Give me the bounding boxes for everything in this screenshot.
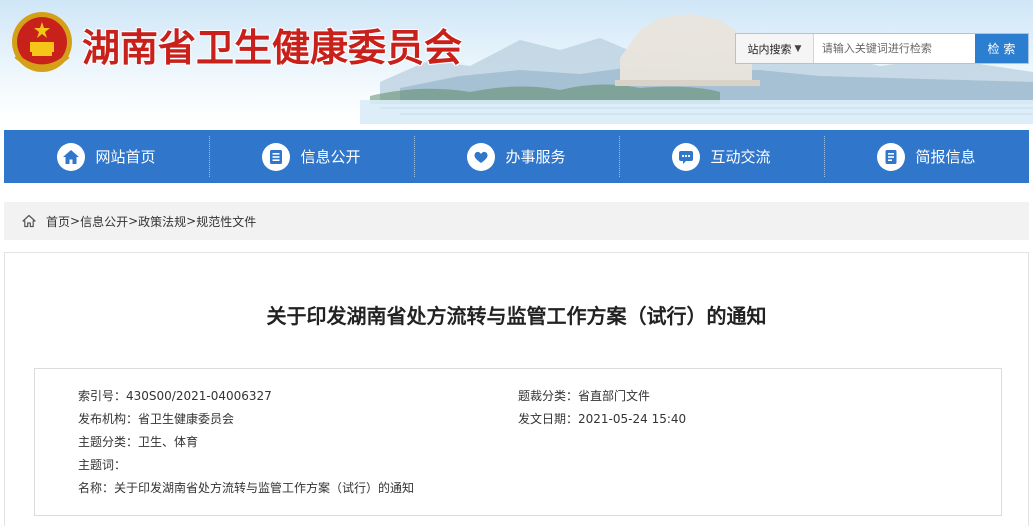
meta-issuer: 发布机构：省卫生健康委员会 <box>78 410 234 427</box>
meta-label: 题裁分类： <box>518 389 579 403</box>
meta-label: 主题分类： <box>78 435 139 449</box>
nav-item-info-disclosure[interactable]: 信息公开 <box>209 130 414 183</box>
meta-value: 关于印发湖南省处方流转与监管工作方案（试行）的通知 <box>114 481 415 495</box>
meta-value: 省卫生健康委员会 <box>138 412 235 426</box>
article-panel: 关于印发湖南省处方流转与监管工作方案（试行）的通知 索引号：430S00/202… <box>4 252 1029 526</box>
meta-date: 发文日期：2021-05-24 15:40 <box>518 410 686 427</box>
breadcrumb: 首页 > 信息公开 > 政策法规 > 规范性文件 <box>4 202 1029 240</box>
chat-icon <box>672 142 701 171</box>
info-list-icon <box>262 142 291 171</box>
search-input[interactable] <box>813 34 975 63</box>
meta-index-no: 索引号：430S00/2021-04006327 <box>78 387 272 404</box>
breadcrumb-link-policy[interactable]: 政策法规 <box>138 213 186 230</box>
meta-name: 名称：关于印发湖南省处方流转与监管工作方案（试行）的通知 <box>78 479 414 496</box>
breadcrumb-home-icon <box>22 214 36 228</box>
breadcrumb-link-info-disclosure[interactable]: 信息公开 <box>80 213 128 230</box>
nav-item-label: 办事服务 <box>505 148 566 166</box>
document-metadata-box: 索引号：430S00/2021-04006327 题裁分类：省直部门文件 发布机… <box>34 368 1002 516</box>
header-banner: 湖南省卫生健康委员会 站内搜索 ▼ 检 索 <box>0 0 1033 124</box>
search-box: 站内搜索 ▼ 检 索 <box>735 33 1029 64</box>
bulletin-icon <box>877 142 906 171</box>
main-nav: 网站首页 信息公开 办事服务 互动交流 简报信息 <box>4 130 1029 183</box>
meta-label: 索引号： <box>78 389 127 403</box>
meta-keywords: 主题词： <box>78 456 126 473</box>
nav-item-label: 简报信息 <box>915 148 976 166</box>
meta-value: 2021-05-24 15:40 <box>578 412 687 426</box>
breadcrumb-link-home[interactable]: 首页 <box>46 213 70 230</box>
meta-subject: 主题分类：卫生、体育 <box>78 433 198 450</box>
search-scope-select[interactable]: 站内搜索 ▼ <box>736 34 814 63</box>
breadcrumb-separator: > <box>70 214 81 228</box>
search-scope-label: 站内搜索 <box>747 42 792 56</box>
meta-value: 430S00/2021-04006327 <box>126 389 272 403</box>
site-title: 湖南省卫生健康委员会 <box>82 26 463 70</box>
nav-item-label: 信息公开 <box>300 148 361 166</box>
nav-item-label: 互动交流 <box>710 148 771 166</box>
nav-item-interaction[interactable]: 互动交流 <box>619 130 824 183</box>
national-emblem-logo <box>12 12 72 72</box>
nav-item-home[interactable]: 网站首页 <box>4 130 209 183</box>
meta-label: 主题词： <box>78 458 127 472</box>
page-title: 关于印发湖南省处方流转与监管工作方案（试行）的通知 <box>266 304 767 328</box>
service-heart-icon <box>467 142 496 171</box>
nav-item-bulletin[interactable]: 简报信息 <box>824 130 1029 183</box>
home-icon <box>57 142 86 171</box>
meta-category: 题裁分类：省直部门文件 <box>518 387 650 404</box>
meta-value: 卫生、体育 <box>138 435 199 449</box>
nav-item-services[interactable]: 办事服务 <box>414 130 619 183</box>
search-button[interactable]: 检 索 <box>974 34 1028 63</box>
nav-item-label: 网站首页 <box>95 148 156 166</box>
meta-label: 发文日期： <box>518 412 579 426</box>
breadcrumb-link-normative-docs[interactable]: 规范性文件 <box>196 213 256 230</box>
breadcrumb-separator: > <box>186 214 197 228</box>
breadcrumb-separator: > <box>128 214 139 228</box>
meta-label: 名称： <box>78 481 115 495</box>
meta-label: 发布机构： <box>78 412 139 426</box>
meta-value: 省直部门文件 <box>578 389 651 403</box>
chevron-down-icon: ▼ <box>794 43 802 54</box>
